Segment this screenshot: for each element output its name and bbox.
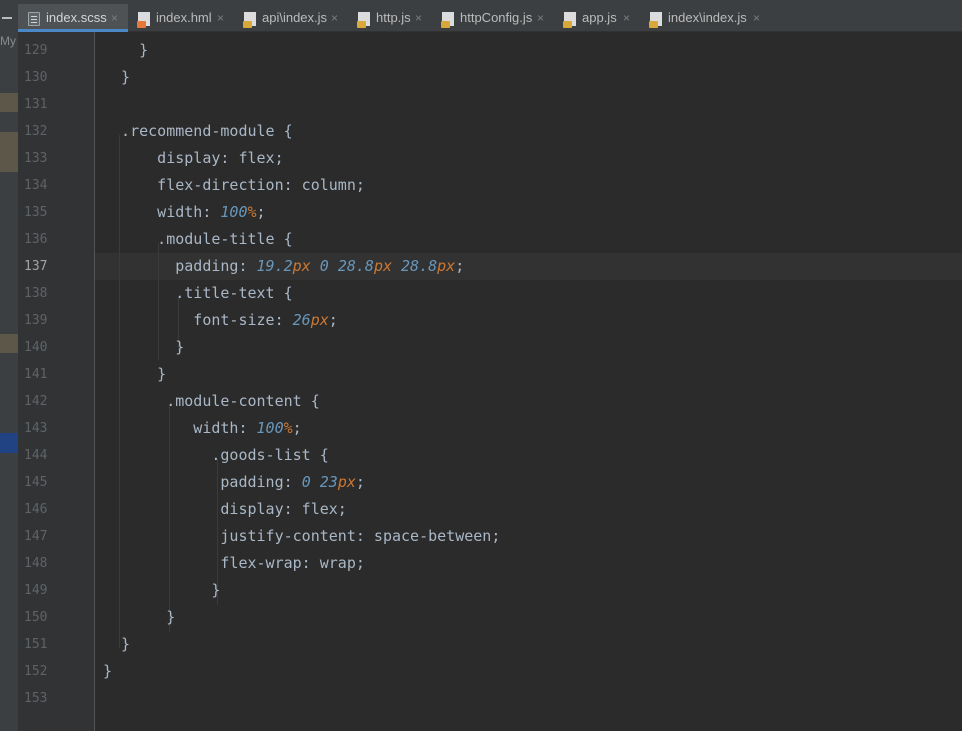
line-number: 152 <box>24 664 48 679</box>
change-marker <box>0 334 18 353</box>
js-file-icon <box>649 12 662 28</box>
close-tab-icon[interactable]: × <box>111 4 118 32</box>
line-number: 151 <box>24 637 48 652</box>
tab-label: index.hml <box>156 10 212 25</box>
line-number: 139 <box>24 313 48 328</box>
tab-label: app.js <box>582 10 617 25</box>
close-tab-icon[interactable]: × <box>217 4 224 32</box>
selection-marker <box>0 433 18 453</box>
line-number: 140 <box>24 340 48 355</box>
line-number: 132 <box>24 124 48 139</box>
line-number-gutter: 129 130 131 132 133 134 135 136 137 138 139 140 141 1… <box>18 32 95 731</box>
code-line[interactable]: flex-wrap: wrap; <box>103 550 365 577</box>
tab-index-scss[interactable]: index.scss × <box>18 4 128 32</box>
line-number: 150 <box>24 610 48 625</box>
html-file-icon <box>137 12 150 28</box>
line-number: 141 <box>24 367 48 382</box>
js-file-icon <box>357 12 370 28</box>
code-line[interactable]: } <box>103 604 175 631</box>
line-number: 153 <box>24 691 48 706</box>
code-line[interactable]: font-size: 26px; <box>103 307 338 334</box>
close-tab-icon[interactable]: × <box>623 4 630 32</box>
line-number: 142 <box>24 394 48 409</box>
code-line[interactable]: } <box>103 334 184 361</box>
code-line[interactable]: .module-title { <box>103 226 292 253</box>
tab-label: index.scss <box>46 10 107 25</box>
code-line[interactable]: } <box>103 577 220 604</box>
editor-tab-bar: index.scss × index.hml × api\index.js × http.j… <box>0 0 962 32</box>
code-line[interactable]: .title-text { <box>103 280 292 307</box>
line-number: 144 <box>24 448 48 463</box>
code-line[interactable]: .recommend-module { <box>103 118 293 145</box>
tab-label: index\index.js <box>668 10 747 25</box>
left-tool-strip: My <box>0 32 18 731</box>
line-number: 133 <box>24 151 48 166</box>
line-number: 138 <box>24 286 48 301</box>
code-line[interactable]: .module-content { <box>103 388 320 415</box>
project-panel-label[interactable]: My <box>0 34 16 48</box>
code-line[interactable]: padding: 0 23px; <box>103 469 365 496</box>
line-number: 135 <box>24 205 48 220</box>
code-line[interactable]: .goods-list { <box>103 442 328 469</box>
close-tab-icon[interactable]: × <box>753 4 760 32</box>
code-line[interactable]: display: flex; <box>103 145 283 172</box>
collapse-panel-button[interactable] <box>0 0 18 32</box>
line-number: 130 <box>24 70 48 85</box>
tab-label: httpConfig.js <box>460 10 533 25</box>
js-file-icon <box>563 12 576 28</box>
line-number: 143 <box>24 421 48 436</box>
code-line[interactable]: flex-direction: column; <box>103 172 365 199</box>
code-line[interactable]: width: 100%; <box>103 199 265 226</box>
tab-http-js[interactable]: http.js × <box>348 4 432 32</box>
code-line[interactable]: display: flex; <box>103 496 346 523</box>
code-line[interactable]: } <box>103 37 148 64</box>
code-editor[interactable]: } } .recommend-module { display: flex; f… <box>95 32 962 731</box>
tab-index-hml[interactable]: index.hml × <box>128 4 234 32</box>
change-marker <box>0 132 18 172</box>
tab-label: http.js <box>376 10 411 25</box>
tab-index-index-js[interactable]: index\index.js × <box>640 4 770 32</box>
code-line[interactable]: } <box>103 631 130 658</box>
change-marker <box>0 93 18 112</box>
js-file-icon <box>243 12 256 28</box>
close-tab-icon[interactable]: × <box>537 4 544 32</box>
line-number: 147 <box>24 529 48 544</box>
code-line[interactable]: justify-content: space-between; <box>103 523 500 550</box>
js-file-icon <box>441 12 454 28</box>
line-number: 145 <box>24 475 48 490</box>
code-line[interactable]: width: 100%; <box>103 415 301 442</box>
line-number: 137 <box>24 259 48 274</box>
code-line[interactable]: padding: 19.2px 0 28.8px 28.8px; <box>103 253 464 280</box>
scss-file-icon <box>28 12 40 26</box>
tab-label: api\index.js <box>262 10 328 25</box>
tab-app-js[interactable]: app.js × <box>554 4 640 32</box>
line-number: 131 <box>24 97 48 112</box>
code-line[interactable]: } <box>103 361 166 388</box>
tab-api-index-js[interactable]: api\index.js × <box>234 4 348 32</box>
line-number: 136 <box>24 232 48 247</box>
line-number: 148 <box>24 556 48 571</box>
minimize-icon <box>2 17 12 19</box>
line-number: 149 <box>24 583 48 598</box>
line-number: 146 <box>24 502 48 517</box>
line-number: 134 <box>24 178 48 193</box>
line-number: 129 <box>24 43 48 58</box>
code-line[interactable]: } <box>103 658 112 685</box>
tab-httpconfig-js[interactable]: httpConfig.js × <box>432 4 554 32</box>
close-tab-icon[interactable]: × <box>415 4 422 32</box>
close-tab-icon[interactable]: × <box>331 4 338 32</box>
code-line[interactable]: } <box>103 64 130 91</box>
